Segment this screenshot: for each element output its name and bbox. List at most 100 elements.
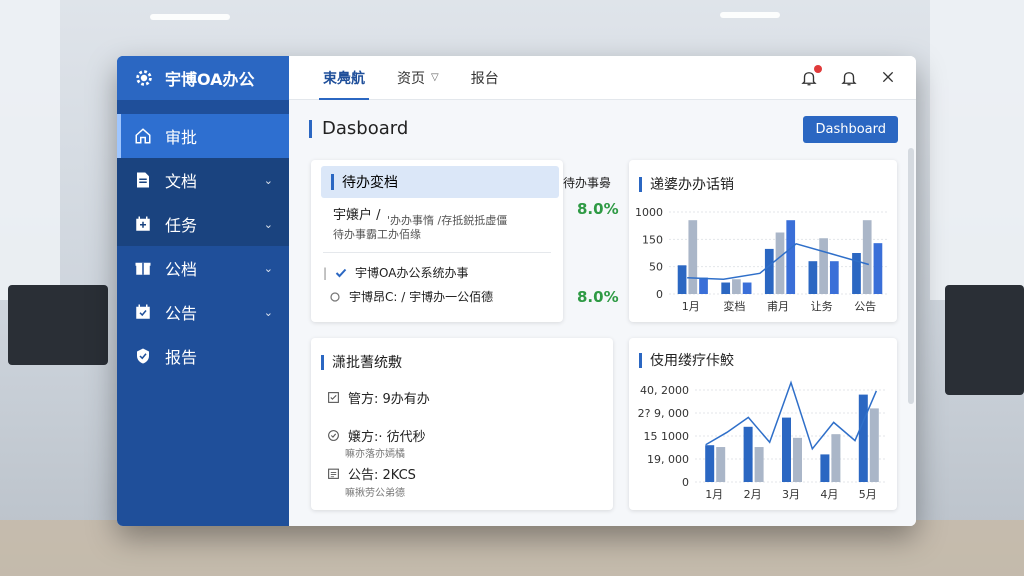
chart-bar [743, 426, 753, 482]
chart-bar [716, 447, 726, 482]
title-accent [309, 119, 312, 138]
sidebar: 宇博OA办公 审批 文档 ⌄ 任务 ⌄ 公档 ⌄ 公告 ⌄ 报告 [117, 56, 289, 526]
sidebar-item-label: 审批 [165, 128, 198, 147]
todo-line2: 待办事霸工办佰缘 [333, 228, 421, 241]
chart-bar [819, 238, 828, 294]
x-tick-label: 2月 [744, 488, 762, 501]
chart-bar [873, 243, 883, 294]
y-tick-label: 50 [649, 261, 663, 274]
todo-item[interactable]: 宇博昂C: / 宇博办一公佰德 [329, 288, 493, 305]
chart-bar [793, 437, 802, 482]
chart-bar [705, 445, 715, 482]
calendar-list-icon [328, 468, 339, 479]
chevron-down-icon: ▽ [431, 72, 439, 83]
chevron-down-icon: ⌄ [263, 305, 273, 319]
chart-bar [820, 454, 830, 482]
card-title: 潇批蓍统敷 [332, 355, 402, 371]
background-window [0, 0, 60, 300]
todo-card-title: 待办変档 [342, 175, 398, 191]
x-tick-label: 3月 [782, 488, 800, 501]
chart-bar [742, 282, 752, 294]
todo-item-label: 宇博昂C: / 宇博办一公佰德 [349, 290, 494, 304]
chart-bar [808, 261, 818, 294]
tab-home[interactable]: 束鳧航 [307, 56, 381, 100]
divider [323, 252, 551, 253]
sidebar-item-label: 公告 [165, 304, 198, 323]
stat-value: 8.0% [577, 288, 619, 306]
ceiling-light [720, 12, 780, 18]
x-tick-label: 1月 [682, 300, 700, 313]
approval-row[interactable]: 嬢方:· 彷代秒 [327, 426, 426, 445]
chart-bar [764, 248, 774, 294]
chart-bar [732, 279, 741, 294]
todo-card: 待办変档 宇嬢户 / '办办事惰 /存抵鋭抵虚僵 待办事霸工办佰缘 | 宇博OA… [311, 160, 563, 322]
bar-chart-top: 1000 150 50 0 1月 変档 甫月 让务 公告 [635, 206, 887, 313]
title-accent [321, 354, 324, 370]
scrollbar[interactable] [908, 148, 914, 404]
title-accent [331, 174, 334, 190]
sidebar-item-label: 文档 [165, 172, 198, 191]
y-tick-label: 150 [642, 233, 663, 246]
chart-bar [786, 220, 796, 294]
sidebar-nav: 审批 文档 ⌄ 任务 ⌄ 公档 ⌄ 公告 ⌄ 报告 [117, 100, 289, 378]
chart-bar [862, 220, 872, 294]
chart-bar [852, 253, 861, 294]
chart-bar [677, 265, 687, 294]
approval-row-sub: 嘛亦落亦嫣橘 [345, 449, 405, 460]
chart-bar [869, 408, 879, 482]
todo-line1: 宇嬢户 / [333, 208, 381, 223]
todo-stats: 待办事臱 8.0% 8.0% [563, 160, 633, 322]
calendar-icon [133, 214, 153, 234]
todo-item[interactable]: | 宇博OA办公系统办事 [323, 264, 469, 281]
check-circle-icon [328, 430, 339, 441]
sidebar-item-label: 公档 [165, 260, 198, 279]
dashboard-button[interactable]: Dashboard [803, 116, 898, 143]
tab-label: 报台 [470, 70, 499, 87]
x-tick-label: 甫月 [767, 300, 789, 313]
tab-report[interactable]: 报台 [455, 56, 515, 100]
page-title: Dasboard [322, 118, 409, 139]
approval-row-text: 管方: 9办有办 [348, 392, 430, 407]
tab-label: 资页 [397, 70, 425, 87]
y-tick-label: 19, 000 [647, 453, 689, 466]
top-icons [800, 64, 916, 87]
approval-row-text: 嬢方:· 彷代秒 [348, 430, 426, 445]
background-window [930, 0, 1024, 300]
sidebar-item-documents[interactable]: 文档 ⌄ [117, 158, 289, 202]
x-tick-label: 5月 [859, 488, 877, 501]
brand-header[interactable]: 宇博OA办公 [117, 56, 289, 100]
main-content: 束鳧航 资页 ▽ 报台 Dasboard Dashboard 待办変档 宇嬢户 … [289, 56, 916, 526]
chevron-down-icon: ⌄ [263, 173, 273, 187]
background-desk [0, 520, 1024, 576]
approval-row[interactable]: 公告: 2KCS [327, 464, 416, 483]
bell-icon[interactable] [840, 69, 858, 87]
sidebar-item-label: 报告 [165, 348, 198, 367]
approval-row-text: 公告: 2KCS [348, 468, 416, 483]
sidebar-item-approval[interactable]: 审批 [117, 114, 289, 158]
top-chart-card: 递婆办办话销 1000 150 50 0 1月 変档 甫月 让务 公告 [629, 160, 897, 322]
chart-bar [829, 261, 839, 294]
chart-bar [782, 417, 791, 482]
close-icon[interactable] [880, 69, 898, 87]
todo-card-header[interactable]: 待办変档 [321, 166, 559, 198]
sidebar-item-label: 任务 [165, 216, 198, 235]
chart-bar [699, 277, 708, 294]
y-tick-label: 1000 [635, 206, 663, 219]
tab-pages[interactable]: 资页 ▽ [381, 56, 455, 100]
chart-bar [721, 282, 731, 294]
sidebar-item-tasks[interactable]: 任务 ⌄ [117, 202, 289, 246]
checklist-icon [328, 392, 339, 403]
gift-icon [133, 258, 153, 278]
notification-badge [814, 64, 822, 73]
stat-value: 8.0% [577, 200, 619, 218]
approval-row[interactable]: 管方: 9办有办 [327, 388, 430, 407]
bell-alert-icon[interactable] [800, 64, 822, 87]
chart-bar [775, 232, 785, 294]
calendar-check-icon [133, 302, 153, 322]
sidebar-item-announcements[interactable]: 公告 ⌄ [117, 290, 289, 334]
approval-row-sub: 嘛揪劳公弟德 [345, 488, 405, 499]
sidebar-item-public-files[interactable]: 公档 ⌄ [117, 246, 289, 290]
sidebar-item-reports[interactable]: 报告 [117, 334, 289, 378]
y-tick-label: 2? 9, 000 [638, 407, 689, 420]
chevron-down-icon: ⌄ [263, 261, 273, 275]
